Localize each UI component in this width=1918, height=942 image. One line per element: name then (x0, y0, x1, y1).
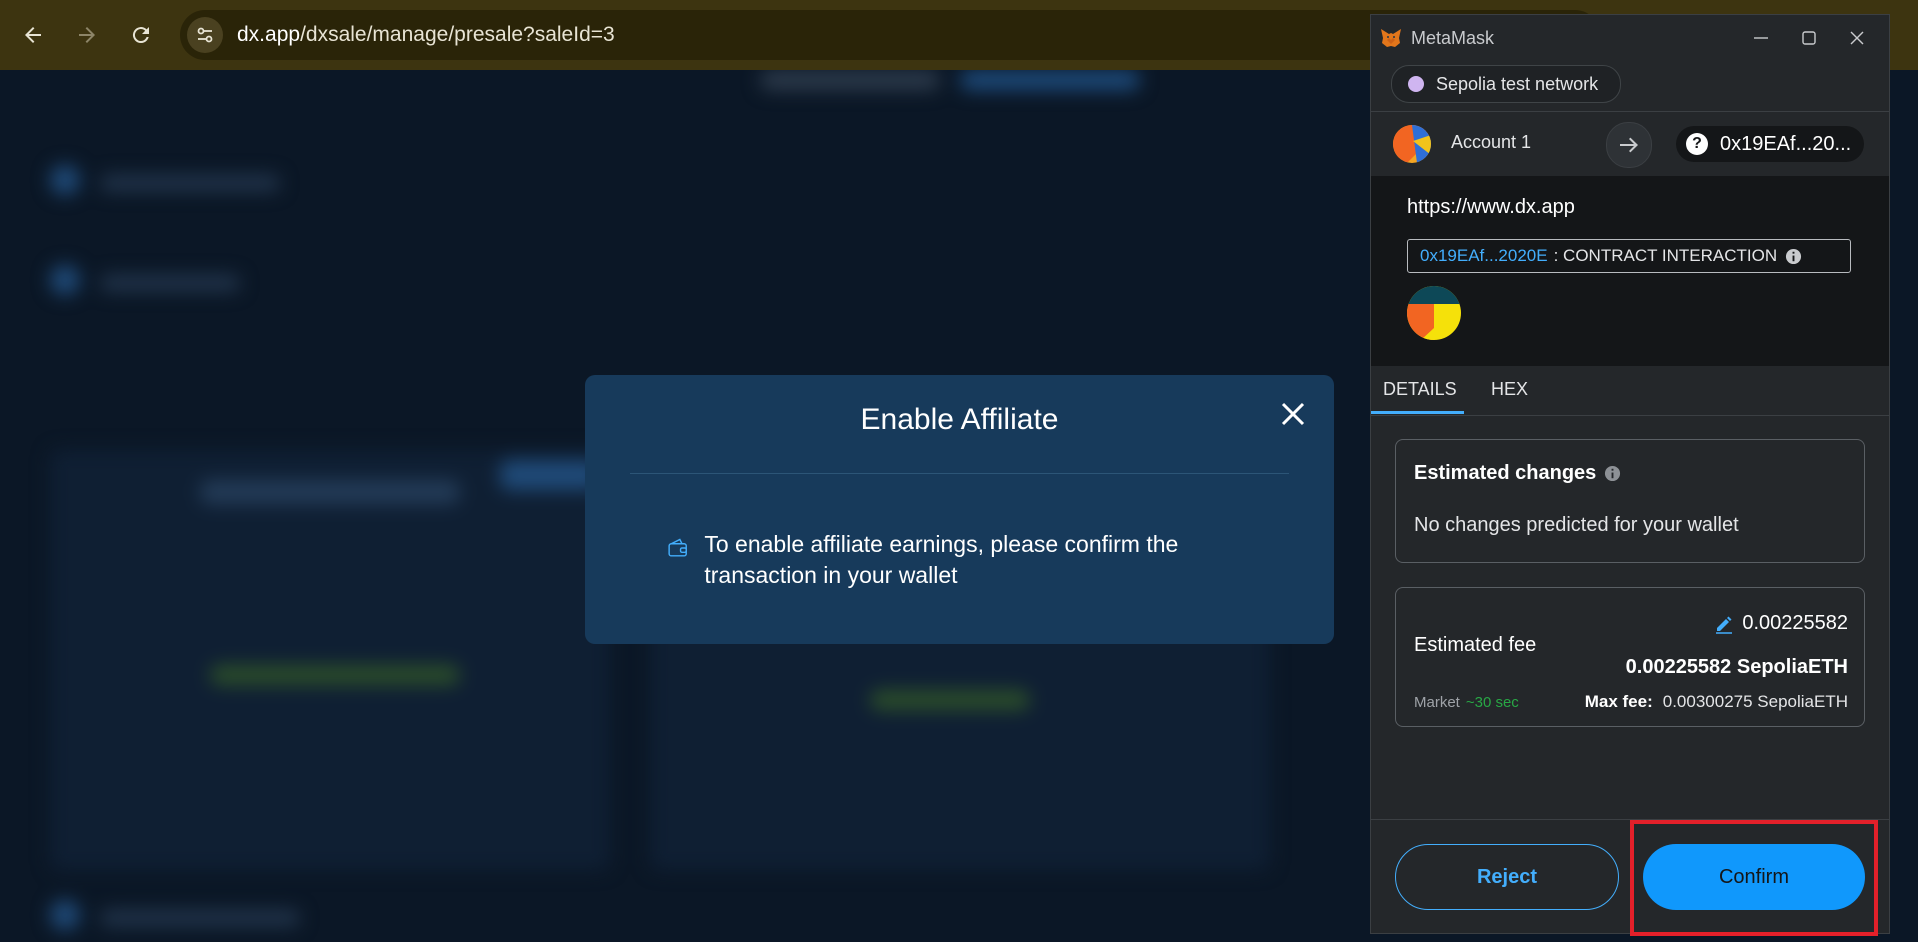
arrow-right-icon (1620, 137, 1638, 153)
origin-url: https://www.dx.app (1407, 196, 1575, 218)
info-icon[interactable] (1785, 248, 1802, 265)
confirm-button[interactable]: Confirm (1643, 844, 1865, 910)
account-name: Account 1 (1451, 132, 1532, 152)
fee-amount-eth: 0.00225582 SepoliaETH (1625, 656, 1848, 678)
estimated-changes-label: Estimated changes (1414, 462, 1597, 484)
edit-icon[interactable] (1714, 614, 1734, 634)
contract-interaction-box: 0x19EAf...2020E : CONTRACT INTERACTION (1407, 239, 1851, 273)
tune-icon (197, 27, 213, 43)
account-avatar[interactable] (1393, 125, 1431, 163)
fee-amount-row: 0.00225582 (1714, 612, 1848, 635)
active-tab-indicator (1371, 411, 1464, 414)
max-fee-value: 0.00300275 SepoliaETH (1662, 692, 1848, 711)
enable-affiliate-modal: Enable Affiliate To enable affiliate ear… (585, 375, 1334, 644)
origin-section: https://www.dx.app 0x19EAf...2020E : CON… (1371, 176, 1889, 366)
fee-amount: 0.00225582 (1742, 612, 1848, 634)
modal-message: To enable affiliate earnings, please con… (704, 531, 1179, 588)
wallet-icon (668, 538, 687, 557)
reload-icon (132, 27, 149, 44)
max-fee-label: Max fee: (1584, 692, 1653, 711)
modal-close-button[interactable] (1274, 395, 1312, 433)
site-identicon (1407, 286, 1461, 340)
metamask-fox-icon (1381, 29, 1401, 47)
modal-title: Enable Affiliate (860, 403, 1059, 436)
market-time: ~30 sec (1465, 694, 1519, 711)
estimated-changes-title: Estimated changes (1414, 462, 1621, 485)
max-fee: Max fee: 0.00300275 SepoliaETH (1585, 692, 1848, 712)
estimated-changes-text: No changes predicted for your wallet (1414, 514, 1739, 536)
tab-hex[interactable]: HEX (1491, 379, 1528, 400)
estimated-changes-card: Estimated changes No changes predicted f… (1395, 439, 1865, 563)
modal-divider (630, 473, 1289, 474)
site-info-button[interactable] (187, 17, 223, 53)
network-selector[interactable]: Sepolia test network (1391, 65, 1622, 103)
contract-type-label: : CONTRACT INTERACTION (1553, 246, 1778, 265)
close-icon (1850, 31, 1864, 45)
fee-label: Estimated fee (1414, 634, 1537, 656)
arrow-right-circle (1606, 122, 1652, 168)
close-icon (1281, 402, 1305, 426)
metamask-window: MetaMask Sepolia test network Account 1 (1370, 14, 1890, 934)
question-icon: ? (1686, 133, 1708, 155)
arrow-left-icon (25, 27, 41, 43)
url-host: dx.app (237, 23, 301, 46)
url-text[interactable]: dx.app/dxsale/manage/presale?saleId=3 (237, 23, 615, 47)
minimize-button[interactable] (1739, 21, 1783, 55)
url-path: /dxsale/manage/presale?saleId=3 (300, 23, 615, 46)
network-dot-icon (1408, 76, 1424, 92)
jazzicon-icon (1393, 125, 1431, 163)
recipient-pill[interactable]: ? 0x19EAf...20... (1676, 126, 1864, 162)
recipient-address: 0x19EAf...20... (1720, 132, 1852, 155)
detail-tabs: DETAILS HEX (1371, 367, 1889, 416)
back-button[interactable] (6, 8, 60, 62)
modal-body: To enable affiliate earnings, please con… (667, 529, 1227, 591)
contract-address-link[interactable]: 0x19EAf...2020E (1420, 246, 1548, 266)
market-label: Market (1414, 694, 1460, 711)
reject-button[interactable]: Reject (1395, 844, 1619, 910)
minimize-icon (1754, 37, 1768, 39)
reload-button[interactable] (114, 8, 168, 62)
fee-market: Market ~30 sec (1414, 694, 1519, 711)
metamask-titlebar: MetaMask (1371, 15, 1889, 61)
action-footer: Reject Confirm (1371, 819, 1889, 936)
info-icon[interactable] (1604, 465, 1621, 482)
estimated-fee-card: Estimated fee 0.00225582 0.00225582 Sepo… (1395, 587, 1865, 727)
forward-button[interactable] (60, 8, 114, 62)
window-title: MetaMask (1411, 27, 1495, 48)
window-close-button[interactable] (1835, 21, 1879, 55)
arrow-right-icon (79, 27, 95, 43)
network-label: Sepolia test network (1436, 73, 1599, 94)
identicon-icon (1407, 286, 1461, 340)
account-row: Account 1 ? 0x19EAf...20... (1371, 111, 1889, 177)
maximize-icon (1802, 31, 1816, 45)
maximize-button[interactable] (1787, 21, 1831, 55)
tab-details[interactable]: DETAILS (1383, 379, 1457, 400)
